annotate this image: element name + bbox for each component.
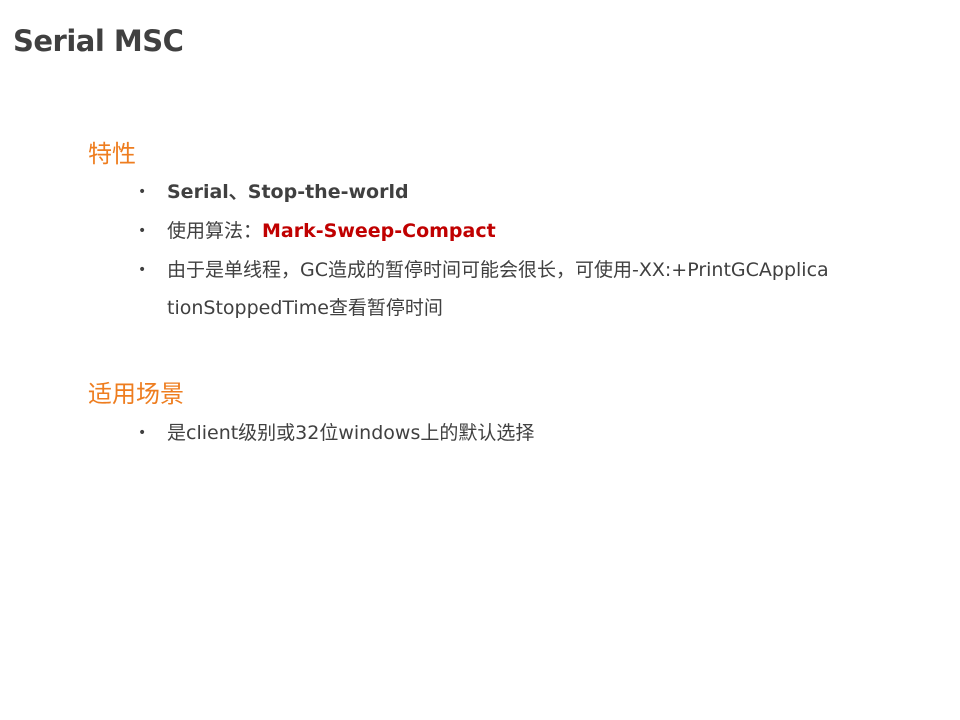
bullet-icon: • [138, 223, 147, 239]
bullet-text: 是client级别或32位windows上的默认选择 [167, 422, 535, 444]
slide-title: Serial MSC [13, 24, 184, 58]
bullet-text: Serial、Stop-the-world [167, 181, 409, 203]
bullet-text-line1: 由于是单线程，GC造成的暂停时间可能会很长，可使用-XX:+PrintGCApp… [167, 259, 829, 281]
bullet-icon: • [138, 184, 147, 200]
bullet-icon: • [138, 425, 147, 441]
section-heading-features: 特性 [88, 140, 136, 168]
slide: { "slide": { "title": "Serial MSC", "sec… [0, 0, 960, 720]
bullet-text: 使用算法：Mark-Sweep-Compact [167, 212, 496, 250]
bullet-text-line2: tionStoppedTime查看暂停时间 [167, 297, 443, 319]
bullet-prefix: 使用算法： [167, 220, 263, 242]
algorithm-highlight: Mark-Sweep-Compact [262, 220, 496, 242]
section-heading-scenarios: 适用场景 [88, 380, 184, 408]
bullet-icon: • [138, 262, 147, 278]
